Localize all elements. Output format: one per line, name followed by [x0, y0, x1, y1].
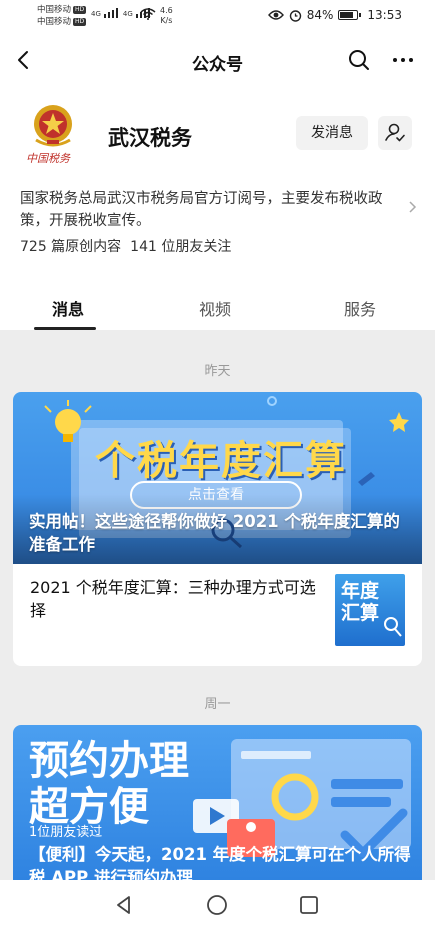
battery-icon — [338, 10, 362, 20]
alarm-icon — [289, 9, 301, 22]
sub-article-title[interactable]: 2021 个税年度汇算：三种办理方式可选择 — [30, 576, 320, 622]
more-icon[interactable] — [389, 46, 417, 74]
status-bar: 中国移动 HD 中国移动 HD 4G 4G 4.6 K/s 84% 13:53 — [0, 0, 435, 36]
tab-active-indicator — [34, 327, 96, 330]
search-icon[interactable] — [345, 46, 373, 74]
system-recents-icon[interactable] — [298, 894, 320, 916]
friends-read-count: 1位朋友读过 — [29, 825, 103, 840]
system-back-icon[interactable] — [113, 894, 135, 916]
net-speed: 4.6 K/s — [160, 6, 173, 25]
article-cover[interactable]: 个税年度汇算 点击查看 实用帖！这些途径帮你做好 2021 个税年度汇算的准备工… — [13, 392, 422, 564]
article-cover[interactable]: 预约办理 超方便 1位朋友读过 【便利】今天起，2021 年度个税汇算可在个人所… — [13, 725, 422, 885]
cover-headline: 个税年度汇算 — [95, 438, 347, 484]
carrier-2: 中国移动 HD — [37, 17, 87, 27]
eye-icon — [267, 10, 284, 20]
nav-bar: 公众号 — [0, 36, 435, 84]
article-title[interactable]: 【便利】今天起，2021 年度个税汇算可在个人所得税 APP 进行预约办理 — [29, 843, 419, 885]
follower-count: 141 位朋友关注 — [130, 239, 232, 255]
tab-videos[interactable]: 视频 — [199, 296, 231, 320]
account-stats: 725 篇原创内容 141 位朋友关注 — [20, 236, 231, 256]
tab-services[interactable]: 服务 — [344, 296, 376, 320]
account-description[interactable]: 国家税务总局武汉市税务局官方订阅号，主要发布税收政策，开展税收宣传。 — [20, 188, 400, 232]
clock: 13:53 — [367, 8, 402, 22]
system-home-icon[interactable] — [205, 893, 229, 917]
system-nav-bar — [0, 880, 435, 930]
article-card[interactable]: 个税年度汇算 点击查看 实用帖！这些途径帮你做好 2021 个税年度汇算的准备工… — [13, 392, 422, 666]
chevron-right-icon[interactable] — [407, 200, 417, 214]
follow-user-button[interactable] — [378, 116, 412, 150]
send-message-button[interactable]: 发消息 — [296, 116, 368, 150]
original-count: 725 篇原创内容 — [20, 239, 122, 255]
tab-bar: 消息 视频 服务 — [0, 282, 435, 330]
article-title[interactable]: 实用帖！这些途径帮你做好 2021 个税年度汇算的准备工作 — [29, 510, 409, 556]
battery-percent: 84% — [306, 8, 334, 22]
cover-big-text-line1: 预约办理 — [29, 738, 189, 784]
article-card[interactable]: 预约办理 超方便 1位朋友读过 【便利】今天起，2021 年度个税汇算可在个人所… — [13, 725, 422, 885]
date-divider: 周一 — [204, 697, 231, 712]
date-divider: 昨天 — [204, 364, 231, 379]
tab-messages[interactable]: 消息 — [52, 296, 84, 320]
account-name: 武汉税务 — [108, 126, 192, 150]
thumbnail-magnifier-icon — [384, 617, 402, 637]
carrier-1: 中国移动 HD — [37, 5, 87, 15]
logo-caption: 中国税务 — [26, 152, 70, 165]
tab-fade — [375, 282, 435, 330]
sub-article-thumbnail[interactable]: 年度 汇算 — [335, 574, 405, 646]
wifi-icon — [140, 8, 156, 20]
